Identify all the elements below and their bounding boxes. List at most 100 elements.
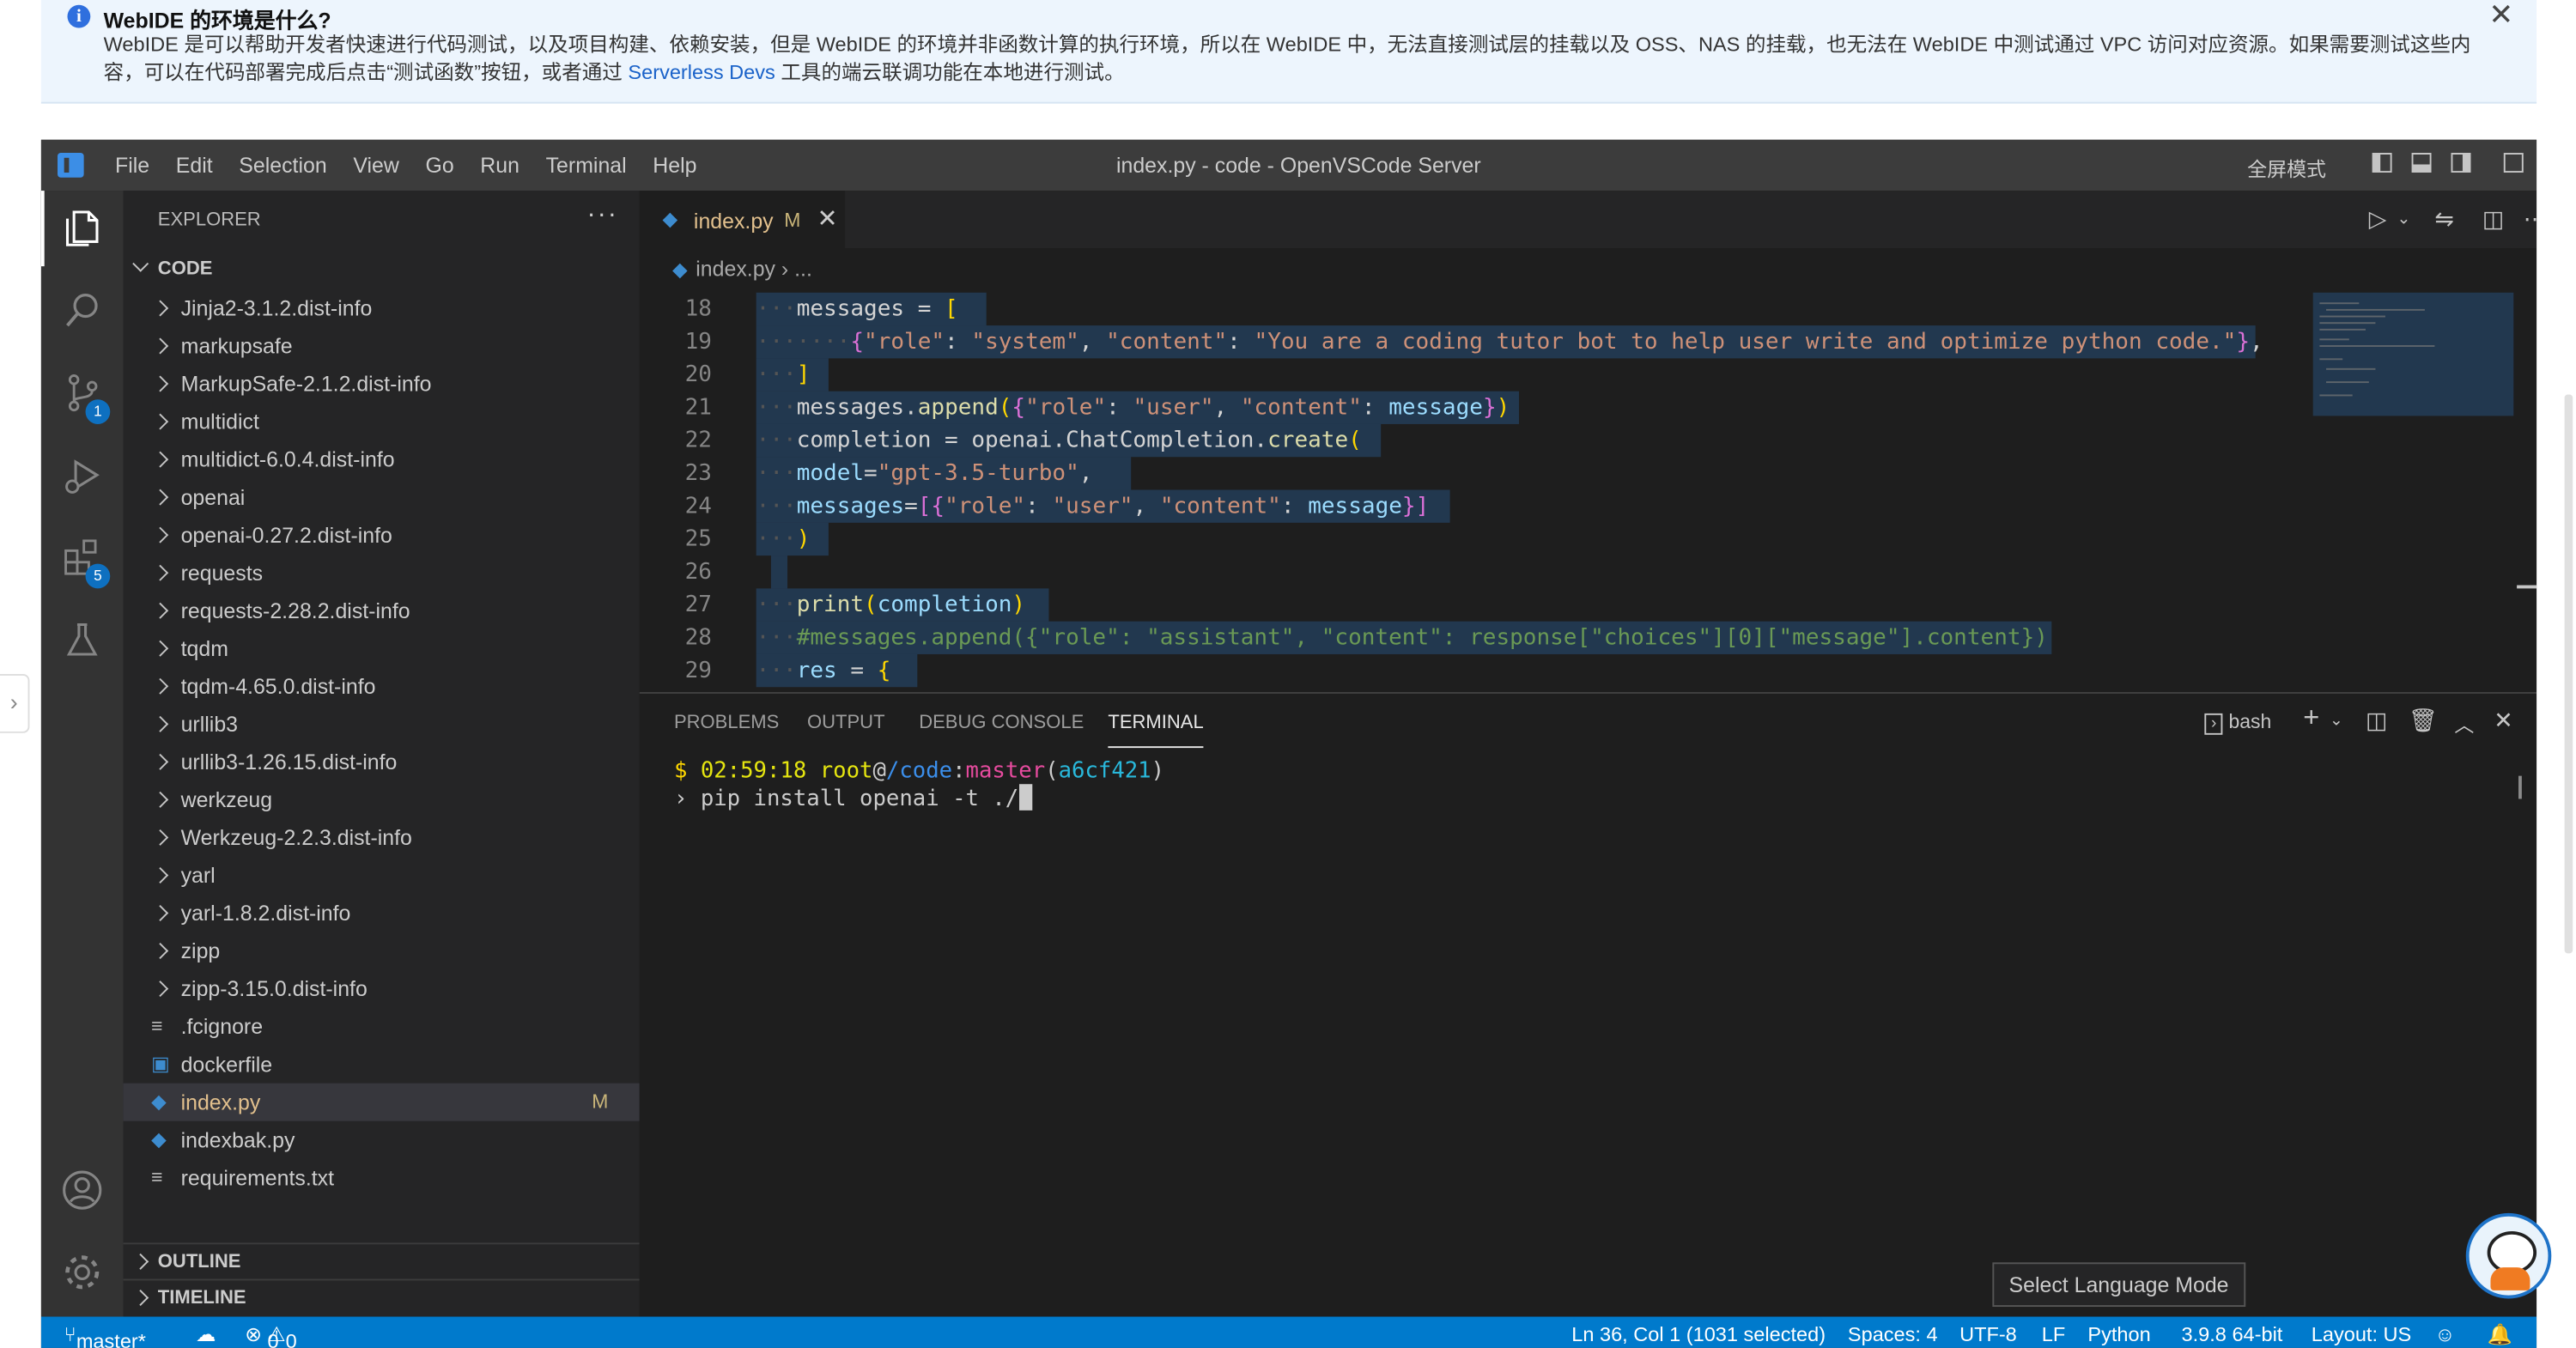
terminal-scrollbar[interactable]: [2518, 775, 2522, 799]
terminal-profile[interactable]: › bash: [2204, 710, 2271, 735]
tree-item[interactable]: zipp: [124, 932, 640, 970]
chevron-right-icon: [152, 489, 169, 506]
menu-run[interactable]: Run: [480, 153, 519, 178]
problems-status[interactable]: ⊗ 0 ⚠ 0: [245, 1323, 297, 1348]
tab-debug-console[interactable]: DEBUG CONSOLE: [919, 713, 1084, 733]
editor-more-icon[interactable]: ⋯: [2524, 205, 2537, 234]
accounts-activity[interactable]: [41, 1152, 124, 1228]
tree-item[interactable]: openai-0.27.2.dist-info: [124, 516, 640, 554]
menu-go[interactable]: Go: [425, 153, 453, 178]
prompt-at: @: [872, 759, 886, 785]
run-debug-activity[interactable]: [41, 437, 124, 513]
page-scrollbar[interactable]: [2564, 394, 2573, 954]
trash-icon[interactable]: 🗑: [2409, 707, 2438, 735]
manage-activity[interactable]: [41, 1235, 124, 1310]
customize-layout-icon[interactable]: [2503, 153, 2524, 173]
toggle-sidebar-icon[interactable]: [2372, 153, 2392, 173]
tree-item[interactable]: ≡ .fcignore: [124, 1008, 640, 1046]
tree-item[interactable]: ≡ requirements.txt: [124, 1159, 640, 1197]
toggle-panel-icon[interactable]: [2411, 153, 2432, 173]
tree-item[interactable]: urllib3: [124, 705, 640, 743]
close-icon[interactable]: ✕: [2488, 0, 2513, 33]
keyboard-layout-status[interactable]: Layout: US: [2312, 1323, 2411, 1346]
tree-item[interactable]: multidict: [124, 403, 640, 440]
more-actions-icon[interactable]: ···: [586, 201, 617, 230]
fullscreen-button[interactable]: 全屏模式: [2247, 155, 2326, 183]
breadcrumb-file[interactable]: index.py: [696, 257, 775, 282]
source-control-activity[interactable]: 1: [41, 355, 124, 431]
explorer-activity[interactable]: [40, 191, 124, 267]
close-tab-icon[interactable]: ✕: [817, 203, 838, 234]
search-activity[interactable]: [41, 273, 124, 349]
breadcrumb-symbol[interactable]: ...: [794, 257, 812, 282]
testing-activity[interactable]: [41, 602, 124, 677]
split-editor-icon[interactable]: ◫: [2482, 205, 2504, 234]
serverless-devs-link[interactable]: Serverless Devs: [628, 61, 775, 84]
menu-help[interactable]: Help: [653, 153, 696, 178]
tab-output[interactable]: OUTPUT: [807, 713, 885, 733]
run-file-icon[interactable]: ▷: [2369, 205, 2387, 234]
terminal-dropdown-icon[interactable]: ⌄: [2330, 712, 2343, 730]
tree-item[interactable]: ◆ index.py M: [123, 1083, 640, 1121]
bell-icon[interactable]: 🔔: [2488, 1323, 2512, 1348]
encoding-status[interactable]: UTF-8: [1959, 1323, 2017, 1346]
tab-terminal[interactable]: TERMINAL: [1108, 713, 1205, 749]
tree-item[interactable]: MarkupSafe-2.1.2.dist-info: [124, 365, 640, 403]
tree-item[interactable]: multidict-6.0.4.dist-info: [124, 440, 640, 478]
timeline-section[interactable]: TIMELINE: [123, 1278, 640, 1316]
minimap-line: [2326, 381, 2369, 384]
expand-panel-handle[interactable]: ›: [0, 673, 30, 733]
tree-item[interactable]: werkzeug: [124, 780, 640, 818]
tree-item[interactable]: markupsafe: [124, 327, 640, 365]
tree-item[interactable]: urllib3-1.26.15.dist-info: [124, 743, 640, 780]
toggle-secondary-sidebar-icon[interactable]: [2451, 153, 2471, 173]
tree-item-label: tqdm-4.65.0.dist-info: [180, 673, 376, 699]
tab-index-py[interactable]: ◆ index.py M ✕: [639, 191, 846, 249]
minimap[interactable]: [2312, 292, 2514, 416]
code-view[interactable]: 18 ···messages = [ 19 ·······{"role": "s…: [640, 292, 2317, 692]
compare-changes-icon[interactable]: ⇋: [2434, 205, 2453, 234]
terminal-output[interactable]: $ 02:59:18 root@/code:master(a6cf421) › …: [674, 759, 1164, 811]
python-interpreter-status[interactable]: 3.9.8 64-bit: [2182, 1323, 2283, 1346]
tree-item[interactable]: openai: [124, 478, 640, 516]
new-terminal-icon[interactable]: +: [2303, 701, 2319, 734]
tree-item[interactable]: ◆ indexbak.py: [124, 1121, 640, 1159]
language-mode-status[interactable]: Python: [2087, 1323, 2150, 1346]
sync-icon[interactable]: ☁: [196, 1323, 216, 1346]
menu-terminal[interactable]: Terminal: [546, 153, 627, 178]
chevron-right-icon: [152, 981, 169, 998]
tree-item[interactable]: Werkzeug-2.2.3.dist-info: [124, 818, 640, 856]
indentation-status[interactable]: Spaces: 4: [1848, 1323, 1938, 1346]
tab-problems[interactable]: PROBLEMS: [674, 713, 779, 733]
split-terminal-icon[interactable]: ◫: [2366, 707, 2387, 735]
tree-item[interactable]: ▣ dockerfile: [124, 1046, 640, 1084]
outline-section[interactable]: OUTLINE: [123, 1242, 640, 1280]
tree-item[interactable]: requests: [124, 554, 640, 592]
tree-item[interactable]: yarl-1.8.2.dist-info: [124, 894, 640, 932]
menu-selection[interactable]: Selection: [239, 153, 326, 178]
assistant-mascot[interactable]: [2465, 1212, 2552, 1299]
workspace-root[interactable]: CODE: [124, 252, 640, 288]
extensions-activity[interactable]: 5: [41, 519, 124, 595]
run-dropdown-icon[interactable]: ⌄: [2397, 210, 2410, 228]
eol-status[interactable]: LF: [2042, 1323, 2065, 1346]
tree-item[interactable]: Jinja2-3.1.2.dist-info: [124, 289, 640, 327]
menu-file[interactable]: File: [115, 153, 149, 178]
feedback-icon[interactable]: ☺: [2434, 1323, 2455, 1346]
chevron-right-icon: [152, 451, 169, 468]
tree-item[interactable]: zipp-3.15.0.dist-info: [124, 970, 640, 1008]
tree-item[interactable]: yarl: [124, 856, 640, 894]
menu-edit[interactable]: Edit: [176, 153, 213, 178]
editor-scrollbar[interactable]: [2517, 585, 2537, 589]
vscode-logo-icon[interactable]: [58, 153, 84, 178]
tree-item[interactable]: requests-2.28.2.dist-info: [124, 592, 640, 629]
menu-view[interactable]: View: [353, 153, 399, 178]
code-line: ·······{"role": "system", "content": "Yo…: [756, 328, 2263, 355]
outline-label: OUTLINE: [157, 1252, 241, 1272]
maximize-panel-icon[interactable]: ︿: [2454, 710, 2474, 738]
tree-item[interactable]: tqdm-4.65.0.dist-info: [124, 667, 640, 705]
tree-item[interactable]: tqdm: [124, 629, 640, 667]
cursor-position[interactable]: Ln 36, Col 1 (1031 selected): [1571, 1323, 1826, 1346]
close-panel-icon[interactable]: ✕: [2494, 707, 2512, 735]
branch-status[interactable]: ⑂ master*: [64, 1323, 146, 1348]
